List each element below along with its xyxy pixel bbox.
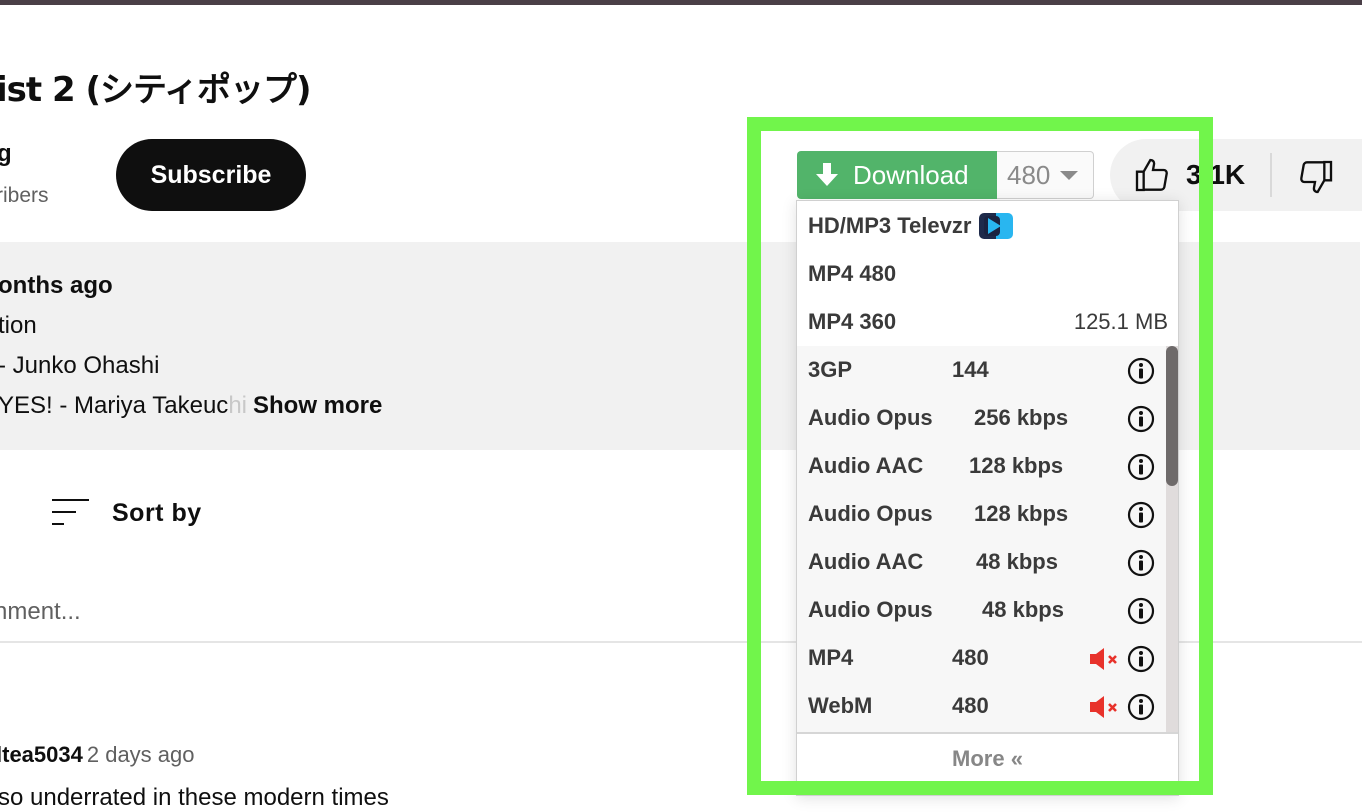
- format-name: Audio Opus: [808, 597, 933, 622]
- format-name: Audio Opus: [808, 501, 933, 526]
- show-more-link[interactable]: Show more: [253, 392, 382, 419]
- browser-top-bar: [0, 0, 1362, 5]
- no-audio-icon: [1090, 648, 1117, 670]
- format-name: WebM: [808, 693, 873, 718]
- description-text: YES! - Mariya Takeuc: [0, 392, 229, 419]
- subscriber-count: ribers: [0, 184, 49, 207]
- like-separator: [1270, 153, 1272, 197]
- format-list: WebM 480 MP4 480 Audio Opus 48 kbps Audio AAC 4…: [797, 346, 1178, 732]
- menu-item-label: HD/MP3 Televzr: [808, 213, 972, 238]
- format-row[interactable]: Audio Opus 128 kbps: [797, 490, 1167, 538]
- like-button[interactable]: 3.1K: [1132, 155, 1245, 195]
- quality-select[interactable]: 480: [997, 151, 1094, 199]
- menu-item-televzr[interactable]: HD/MP3 Televzr: [808, 213, 1014, 239]
- download-menu: HD/MP3 Televzr MP4 480 MP4 360 125.1 MB …: [796, 200, 1179, 796]
- quality-value: 480: [1007, 159, 1051, 190]
- sort-by-button[interactable]: Sort by: [52, 498, 202, 528]
- description-line: YES! - Mariya Takeuchi Show more: [0, 392, 382, 420]
- format-quality: 128 kbps: [974, 501, 1069, 526]
- thumbs-up-icon: [1135, 158, 1168, 192]
- comment-author[interactable]: ltea5034: [0, 742, 83, 767]
- format-row[interactable]: WebM 480: [797, 682, 1167, 730]
- format-row[interactable]: Audio Opus 256 kbps: [797, 394, 1167, 442]
- info-icon[interactable]: [1127, 501, 1155, 529]
- dislike-button[interactable]: [1296, 157, 1336, 202]
- menu-item-mp4-480[interactable]: MP4 480: [808, 261, 896, 287]
- more-separator: [797, 732, 1178, 734]
- format-row[interactable]: MP4 480: [797, 634, 1167, 682]
- description-line: tion: [0, 312, 37, 339]
- no-audio-icon: [1090, 696, 1117, 718]
- format-quality: 48 kbps: [982, 597, 1064, 622]
- format-quality: 256 kbps: [974, 405, 1069, 430]
- format-name: Audio AAC: [808, 453, 924, 478]
- sort-by-label: Sort by: [112, 498, 202, 527]
- televzr-logo-icon: [979, 213, 1014, 239]
- format-quality: 144: [952, 357, 989, 382]
- format-name: Audio Opus: [808, 405, 933, 430]
- info-icon[interactable]: [1127, 693, 1155, 721]
- comment-timestamp[interactable]: 2 days ago: [87, 742, 195, 767]
- format-quality: 480: [952, 645, 989, 670]
- format-row[interactable]: Audio Opus 48 kbps: [797, 586, 1167, 634]
- description-line: - Junko Ohashi: [0, 352, 160, 379]
- comment-header: ltea5034 2 days ago: [0, 742, 195, 768]
- format-name: MP4: [808, 645, 854, 670]
- format-quality: 480: [952, 693, 989, 718]
- channel-name[interactable]: g: [0, 140, 12, 168]
- format-row[interactable]: 3GP 144: [797, 346, 1167, 394]
- scrollbar-thumb[interactable]: [1166, 346, 1178, 486]
- menu-item-mp4-360[interactable]: MP4 360 125.1 MB: [808, 309, 1168, 335]
- info-icon[interactable]: [1127, 405, 1155, 433]
- format-quality: 128 kbps: [969, 453, 1064, 478]
- info-icon[interactable]: [1127, 549, 1155, 577]
- download-button[interactable]: Download: [797, 151, 997, 199]
- thumbs-down-icon: [1300, 160, 1333, 194]
- menu-item-label: MP4 480: [808, 261, 897, 286]
- format-quality: 48 kbps: [976, 549, 1058, 574]
- subscribe-button[interactable]: Subscribe: [116, 139, 306, 211]
- format-row[interactable]: Audio AAC 48 kbps: [797, 538, 1167, 586]
- info-icon[interactable]: [1127, 357, 1155, 385]
- description-date: onths ago: [0, 272, 113, 299]
- download-label: Download: [853, 159, 969, 190]
- comment-text: so underrated in these modern times: [0, 784, 389, 811]
- file-size: 125.1 MB: [1073, 309, 1168, 334]
- info-icon[interactable]: [1127, 645, 1155, 673]
- format-name: 3GP: [808, 357, 853, 382]
- video-title: ist 2 (シティポップ): [0, 70, 312, 110]
- description-fade-text: hi: [228, 392, 247, 419]
- info-icon[interactable]: [1127, 453, 1155, 481]
- download-button-group: Download 480: [797, 151, 1094, 199]
- chevron-down-icon: [1060, 170, 1079, 180]
- format-row[interactable]: Audio AAC 128 kbps: [797, 442, 1167, 490]
- format-name: Audio AAC: [808, 549, 924, 574]
- menu-item-label: MP4 360: [808, 309, 897, 334]
- download-arrow-icon: [816, 163, 838, 186]
- info-icon[interactable]: [1127, 597, 1155, 625]
- sort-icon: [52, 499, 89, 525]
- like-count: 3.1K: [1186, 159, 1246, 190]
- add-comment-input[interactable]: nment...: [0, 598, 81, 626]
- more-button[interactable]: More «: [797, 746, 1178, 772]
